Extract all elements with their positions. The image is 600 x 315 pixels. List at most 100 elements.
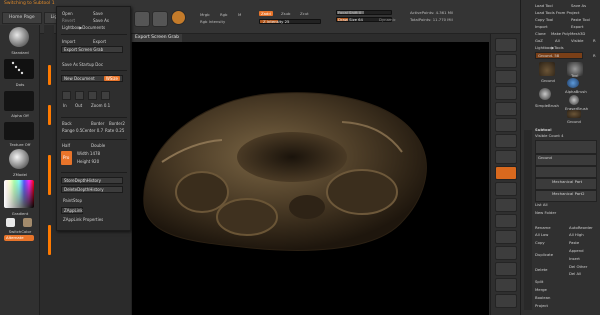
back-color-button[interactable]: Back	[62, 121, 72, 126]
edit-button[interactable]	[134, 11, 150, 27]
paste-subtool-button[interactable]: Paste	[569, 240, 579, 245]
scroll-button[interactable]	[495, 70, 517, 84]
transp-button[interactable]	[495, 278, 517, 292]
bpr-button[interactable]	[495, 38, 517, 52]
list-all-button[interactable]: List All	[535, 202, 548, 207]
save-button[interactable]: Save	[93, 11, 103, 16]
polyf-button[interactable]	[495, 262, 517, 276]
save-as-startup-doc-button[interactable]: Save As Startup Doc	[62, 62, 103, 67]
texture-thumbnail[interactable]	[4, 122, 34, 140]
make-polymesh3d-button[interactable]: Make PolyMesh3D	[551, 31, 585, 36]
aahalf-icon[interactable]	[101, 91, 110, 100]
range-slider[interactable]: Range 0.5	[62, 128, 82, 133]
zoom-out-button[interactable]: Out	[75, 103, 82, 108]
duplicate-button[interactable]: Duplicate	[535, 252, 553, 257]
revert-button[interactable]: Revert	[62, 18, 75, 23]
subtool-item-ground[interactable]: Ground	[535, 154, 597, 166]
lightbox-documents-button[interactable]: Lightbox▶Documents	[62, 25, 105, 30]
height-slider[interactable]: Height 920	[77, 159, 99, 164]
save-as-tool-button[interactable]: Save As	[571, 3, 586, 8]
zoom-in-button[interactable]: In	[63, 103, 67, 108]
boolean-button[interactable]: Boolean	[535, 295, 550, 300]
alternate-button[interactable]: Alternate	[4, 235, 34, 241]
zsub-toggle[interactable]: Zsub	[281, 11, 290, 16]
zoom-button[interactable]	[495, 86, 517, 100]
open-button[interactable]: Open	[62, 11, 73, 16]
dots-stroke-icon[interactable]	[4, 59, 34, 79]
paste-tool-button[interactable]: Paste Tool	[571, 17, 590, 22]
switch-color-button[interactable]: SwitchColor	[0, 229, 40, 234]
center-slider[interactable]: Center 0.7	[82, 128, 103, 133]
new-document-button[interactable]: New Document WSize	[61, 75, 123, 82]
double-button[interactable]: Double	[91, 143, 105, 148]
lightbox-tools-button[interactable]: Lightbox▶Tools	[535, 45, 564, 50]
pro-button[interactable]: Pro	[61, 151, 72, 165]
export-button[interactable]: Export	[93, 39, 106, 44]
move-button[interactable]	[171, 10, 186, 25]
goz-r-button[interactable]: R	[593, 38, 596, 43]
wsize-button[interactable]: WSize	[103, 76, 120, 81]
tool-r-button[interactable]: R	[593, 53, 596, 58]
goz-all-button[interactable]: All	[555, 38, 560, 43]
rgb-toggle[interactable]: Rgb	[220, 12, 227, 17]
subtool-header[interactable]: Subtool	[535, 127, 552, 132]
frame-button[interactable]	[495, 198, 517, 212]
export-tool-button[interactable]: Export	[571, 24, 583, 29]
clone-button[interactable]: Clone	[535, 31, 546, 36]
material-sphere-icon[interactable]	[9, 149, 29, 169]
all-high-button[interactable]: All High	[569, 232, 584, 237]
all-low-button[interactable]: All Low	[535, 232, 548, 237]
spix-button[interactable]	[495, 54, 517, 68]
tool-thumb-ground2[interactable]	[567, 110, 581, 118]
load-tool-button[interactable]: Load Tool	[535, 3, 553, 8]
zapplink-button[interactable]: ZAppLink	[61, 207, 83, 214]
subtool-item-0[interactable]	[535, 140, 597, 154]
color-picker[interactable]	[4, 180, 34, 208]
import-tool-button[interactable]: Import	[535, 24, 548, 29]
alpha-thumbnail[interactable]	[4, 91, 34, 111]
subtool-scroll-column[interactable]	[524, 130, 532, 310]
border2-color-button[interactable]: Border2	[109, 121, 125, 126]
save-as-button[interactable]: Save As	[93, 18, 109, 23]
del-other-button[interactable]: Del Other	[569, 264, 587, 269]
aahalf-button[interactable]	[495, 118, 517, 132]
main-color-swatch[interactable]	[6, 218, 15, 227]
move-view-button[interactable]	[495, 214, 517, 228]
zoom-slider[interactable]: Zoom 0.1	[91, 103, 110, 108]
tool-thumb-simplebrush[interactable]	[539, 88, 551, 100]
auto-reorder-button[interactable]: AutoReorder	[569, 225, 593, 230]
dynamic-toggle[interactable]: Dynamic	[379, 17, 396, 22]
floor-button[interactable]	[495, 150, 517, 164]
subtool-item-empty[interactable]	[535, 166, 597, 178]
tool-thumb-alphabrush[interactable]	[567, 78, 579, 88]
load-tools-from-project-button[interactable]: Load Tools From Project	[535, 10, 579, 15]
copy-subtool-button[interactable]: Copy	[535, 240, 545, 245]
import-button[interactable]: Import	[62, 39, 75, 44]
append-button[interactable]: Append	[569, 248, 584, 253]
project-button[interactable]: Project	[535, 303, 548, 308]
tool-thumb-eraserbrush[interactable]	[569, 95, 579, 105]
export-screen-grab-button[interactable]: Export Screen Grab	[61, 46, 123, 53]
tab-home-page[interactable]: Home Page	[2, 12, 42, 24]
zadd-toggle[interactable]: Zadd	[259, 11, 273, 16]
del-all-button[interactable]: Del All	[569, 271, 581, 276]
new-folder-button[interactable]: New Folder	[535, 210, 556, 215]
persp-button[interactable]	[495, 134, 517, 148]
scroll-marker[interactable]	[48, 65, 51, 85]
copy-tool-button[interactable]: Copy Tool	[535, 17, 553, 22]
subtool-item-mechanical2[interactable]: Mechanical Part2	[535, 190, 597, 202]
solo-button[interactable]	[495, 294, 517, 308]
xyz-button[interactable]	[495, 182, 517, 196]
scale-view-button[interactable]	[495, 230, 517, 244]
rotate-view-button[interactable]	[495, 246, 517, 260]
scroll-marker[interactable]	[48, 225, 51, 255]
border-color-button[interactable]: Border	[91, 121, 104, 126]
zcut-toggle[interactable]: Zcut	[300, 11, 309, 16]
goz-button[interactable]: GoZ	[535, 38, 543, 43]
paint-stop-button[interactable]: PaintStop	[63, 198, 82, 203]
mrgb-toggle[interactable]: Mrgb	[200, 12, 210, 17]
subtool-item-mechanical[interactable]: Mechanical Part	[535, 178, 597, 190]
actual-icon[interactable]	[88, 91, 97, 100]
rate-slider[interactable]: Rate 0.25	[105, 128, 124, 133]
half-button[interactable]: Half	[62, 143, 70, 148]
